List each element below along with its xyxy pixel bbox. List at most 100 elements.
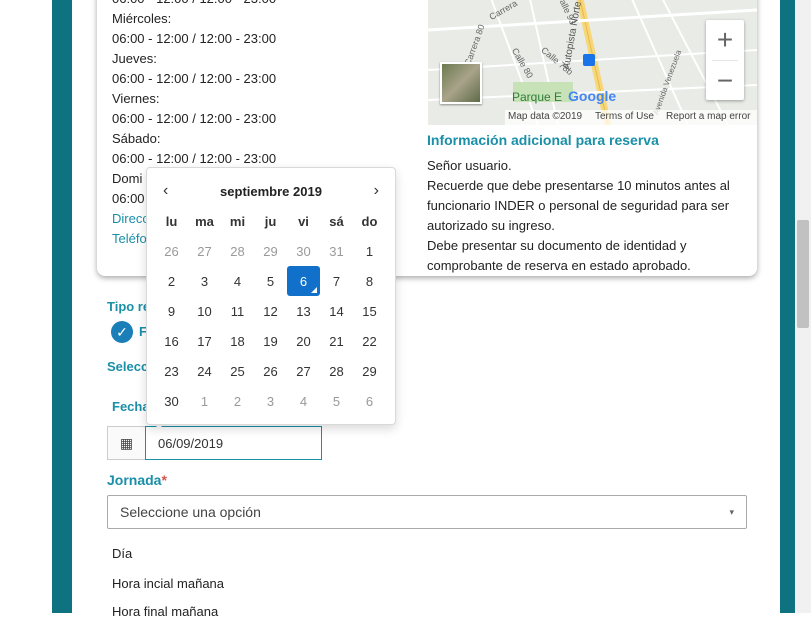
chevron-down-icon: ▾ (729, 506, 734, 517)
day-cell[interactable]: 5 (254, 266, 287, 296)
select-label: Selecc (107, 359, 149, 374)
week-row: 23 24 25 26 27 28 29 (155, 356, 386, 386)
day-cell-other-month[interactable]: 3 (254, 386, 287, 416)
satellite-toggle[interactable] (440, 62, 482, 104)
jornada-text: Jornada (107, 472, 162, 488)
day-cell-other-month[interactable]: 6 (353, 386, 386, 416)
dow-label: sá (329, 213, 344, 229)
datepicker-grid: lu ma mi ju vi sá do 26 27 28 29 30 31 1 2 3 4 5 6 7… (155, 206, 386, 416)
day-cell[interactable]: 21 (320, 326, 353, 356)
day-cell[interactable]: 4 (221, 266, 254, 296)
dow-row: lu ma mi ju vi sá do (155, 206, 386, 236)
day-cell[interactable]: 15 (353, 296, 386, 326)
day-cell[interactable]: 25 (221, 356, 254, 386)
day-cell-other-month[interactable]: 26 (155, 236, 188, 266)
check-icon[interactable]: ✓ (111, 321, 133, 343)
day-cell[interactable]: 24 (188, 356, 221, 386)
day-cell[interactable]: 2 (155, 266, 188, 296)
day-cell-selected[interactable]: 6 (287, 266, 320, 296)
schedule-line: 06:00 - 12:00 / 12:00 - 23:00 (112, 111, 277, 126)
hora-final-label: Hora final mañana (112, 604, 219, 619)
day-cell-other-month[interactable]: 5 (320, 386, 353, 416)
tipo-label: Tipo re (107, 299, 151, 314)
day-cell[interactable]: 16 (155, 326, 188, 356)
info-title: Información adicional para reserva (427, 132, 659, 148)
info-line: Debe presentar su documento de identidad… (427, 238, 687, 253)
day-cell[interactable]: 30 (155, 386, 188, 416)
schedule-day: Sábado: (112, 131, 161, 146)
info-text: Señor usuario. Recuerde que debe present… (427, 156, 747, 276)
day-cell[interactable]: 7 (320, 266, 353, 296)
day-cell[interactable]: 13 (287, 296, 320, 326)
map-zoom-control: + − (706, 20, 744, 100)
day-cell[interactable]: 3 (188, 266, 221, 296)
day-cell[interactable]: 19 (254, 326, 287, 356)
day-cell-other-month[interactable]: 31 (320, 236, 353, 266)
day-cell[interactable]: 11 (221, 296, 254, 326)
day-cell[interactable]: 18 (221, 326, 254, 356)
left-frame (0, 0, 72, 613)
day-cell[interactable]: 27 (287, 356, 320, 386)
day-cell-other-month[interactable]: 28 (221, 236, 254, 266)
day-cell[interactable]: 20 (287, 326, 320, 356)
day-cell[interactable]: 12 (254, 296, 287, 326)
schedule-day: Viernes: (112, 91, 160, 106)
schedule-line: 06:00 - 12:00 / 12:00 - 23:00 (112, 0, 276, 9)
dow-label: vi (298, 213, 309, 229)
datepicker: ‹ septiembre 2019 › lu ma mi ju vi sá do… (146, 167, 396, 425)
day-cell[interactable]: 10 (188, 296, 221, 326)
jornada-label: Jornada* (107, 472, 167, 488)
day-cell-other-month[interactable]: 29 (254, 236, 287, 266)
date-input[interactable] (145, 426, 322, 460)
schedule-day: Miércoles: (112, 11, 172, 26)
week-row: 16 17 18 19 20 21 22 (155, 326, 386, 356)
jornada-select[interactable]: Seleccione una opción ▾ (107, 495, 747, 529)
scrollbar-thumb[interactable] (797, 220, 809, 328)
park-label[interactable]: Parque E (512, 90, 562, 104)
report-link[interactable]: Report a map error (666, 111, 750, 122)
dow-label: do (361, 213, 378, 229)
day-cell[interactable]: 1 (353, 236, 386, 266)
info-line: Recuerde que debe presentarse 10 minutos… (427, 178, 730, 193)
day-cell[interactable]: 29 (353, 356, 386, 386)
day-cell-other-month[interactable]: 30 (287, 236, 320, 266)
schedule-line: 06:00 - 12:00 / 12:00 - 23:00 (112, 71, 277, 86)
schedule-line: 06:00 - 12:00 / 12:00 - 23:00 (112, 151, 277, 166)
day-cell-other-month[interactable]: 1 (188, 386, 221, 416)
day-cell[interactable]: 14 (320, 296, 353, 326)
right-frame (780, 0, 795, 613)
transit-icon (583, 54, 595, 66)
zoom-in-button[interactable]: + (706, 20, 744, 60)
terms-link[interactable]: Terms of Use (595, 111, 654, 122)
dow-label: ju (264, 213, 277, 229)
day-cell[interactable]: 17 (188, 326, 221, 356)
next-month-button[interactable]: › (374, 182, 379, 200)
hora-inicial-label: Hora incial mañana (112, 576, 225, 591)
dia-label: Día (112, 546, 133, 561)
day-cell[interactable]: 26 (254, 356, 287, 386)
prev-month-button[interactable]: ‹ (163, 182, 168, 200)
day-cell-other-month[interactable]: 2 (221, 386, 254, 416)
day-cell[interactable]: 28 (320, 356, 353, 386)
jornada-selected-value: Seleccione una opción (120, 504, 261, 520)
day-cell[interactable]: 9 (155, 296, 188, 326)
week-row: 26 27 28 29 30 31 1 (155, 236, 386, 266)
required-mark: * (161, 472, 167, 488)
day-cell[interactable]: 23 (155, 356, 188, 386)
dow-label: ma (195, 213, 214, 229)
datepicker-title[interactable]: septiembre 2019 (220, 184, 322, 199)
dow-label: lu (165, 213, 178, 229)
day-cell-other-month[interactable]: 27 (188, 236, 221, 266)
zoom-out-button[interactable]: − (706, 61, 744, 101)
day-cell[interactable]: 8 (353, 266, 386, 296)
map-footer: Map data ©2019 Terms of Use Report a map… (505, 110, 757, 125)
dow-label: mi (229, 213, 246, 229)
day-cell[interactable]: 22 (353, 326, 386, 356)
week-row: 9 10 11 12 13 14 15 (155, 296, 386, 326)
calendar-icon[interactable]: ▦ (107, 426, 145, 460)
week-row: 2345678 (155, 266, 386, 296)
day-cell-other-month[interactable]: 4 (287, 386, 320, 416)
info-line: Señor usuario. (427, 158, 512, 173)
google-logo: Google (568, 88, 617, 104)
schedule-line: 06:00 - 12:00 / 12:00 - 23:00 (112, 31, 277, 46)
